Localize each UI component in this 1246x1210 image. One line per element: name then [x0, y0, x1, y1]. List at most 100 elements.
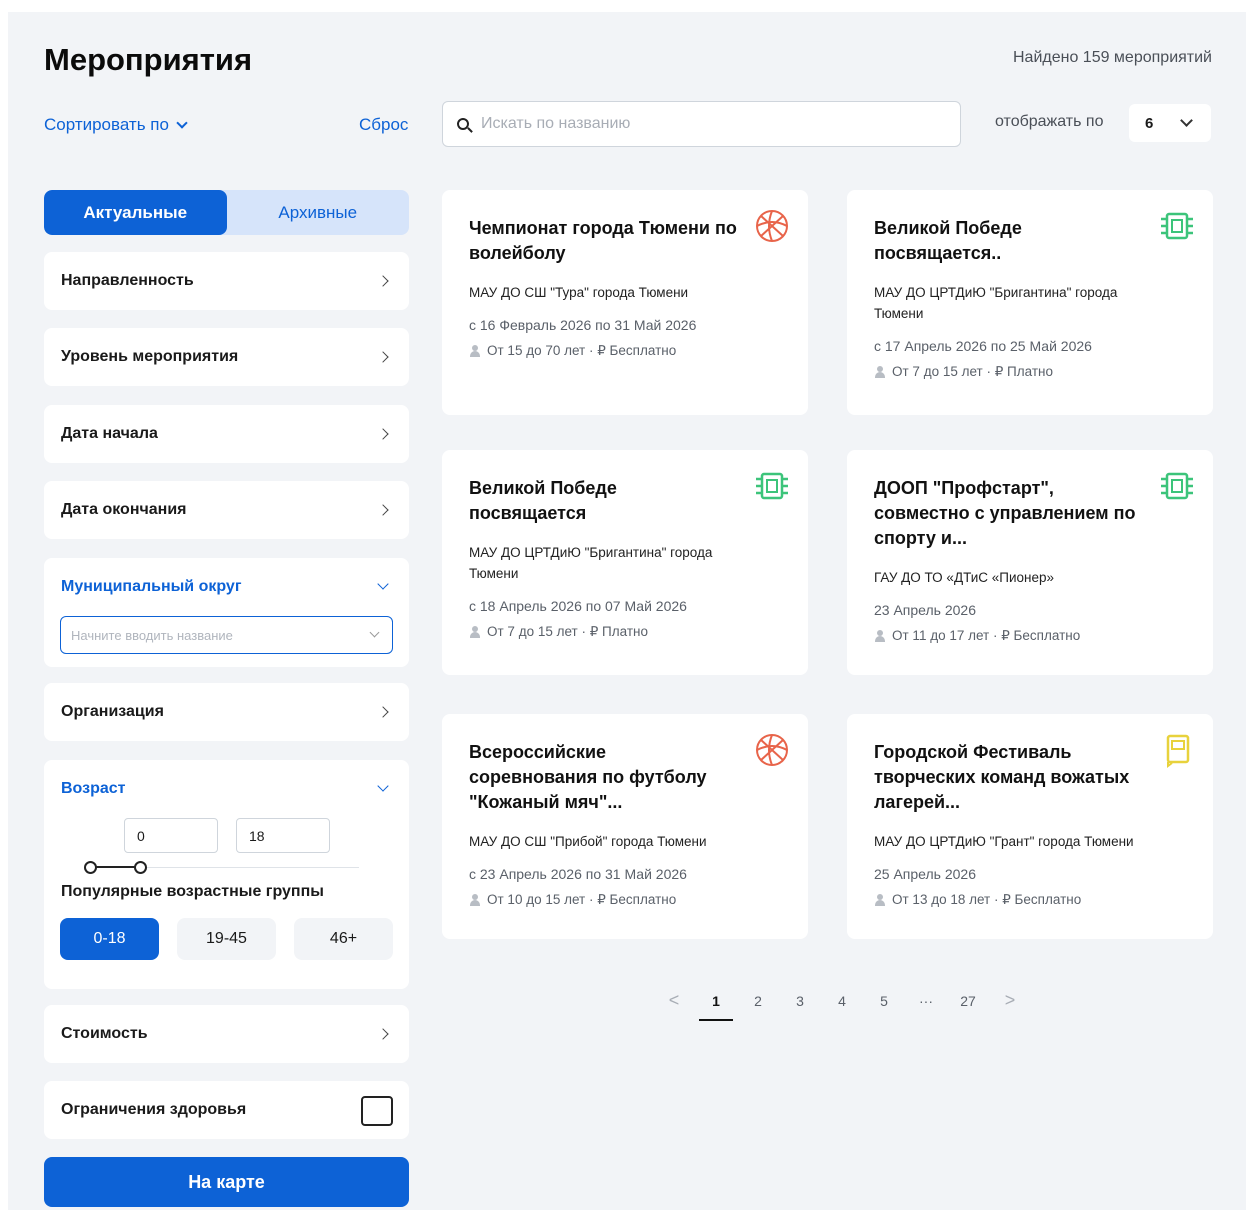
- chip-icon: [1161, 472, 1193, 500]
- user-icon: [874, 366, 886, 378]
- page-button[interactable]: 2: [737, 993, 779, 1009]
- slider-max-handle[interactable]: [134, 861, 147, 874]
- perpage-value: 6: [1145, 114, 1154, 132]
- chevron-right-icon: [377, 706, 389, 718]
- reset-link[interactable]: Сброс: [359, 115, 408, 135]
- event-card[interactable]: Всероссийские соревнования по футболу "К…: [442, 714, 808, 939]
- filter-label: Дата окончания: [61, 501, 187, 518]
- page-ellipsis: ···: [919, 992, 933, 1009]
- event-meta: От 15 до 70 лет · ₽ Бесплатно: [487, 343, 677, 358]
- age-min-input[interactable]: [124, 818, 218, 853]
- next-page-button[interactable]: >: [989, 990, 1031, 1011]
- event-organization: МАУ ДО ЦРТДиЮ "Бригантина" города Тюмени: [469, 545, 713, 581]
- age-group-button[interactable]: 46+: [294, 918, 393, 960]
- results-count: Найдено 159 мероприятий: [1012, 49, 1212, 66]
- event-organization: ГАУ ДО ТО «ДТиС «Пионер»: [874, 570, 1055, 585]
- page-button[interactable]: 27: [947, 993, 989, 1009]
- filter-label: Ограничения здоровья: [61, 1101, 247, 1118]
- age-group-button[interactable]: 19-45: [177, 918, 276, 960]
- page-button-current[interactable]: 1: [695, 993, 737, 1021]
- chevron-right-icon: [377, 504, 389, 516]
- search-input[interactable]: [481, 115, 921, 133]
- event-title: Городской Фестиваль творческих команд во…: [874, 742, 1130, 812]
- health-checkbox[interactable]: [361, 1096, 393, 1126]
- chevron-right-icon: [377, 1028, 389, 1040]
- search-icon: [457, 118, 469, 130]
- age-slider[interactable]: [60, 853, 393, 883]
- event-card[interactable]: Великой Победе посвящается.. МАУ ДО ЦРТД…: [847, 190, 1213, 415]
- event-card[interactable]: Чемпионат города Тюмени по волейболу МАУ…: [442, 190, 808, 415]
- event-meta: От 7 до 15 лет · ₽ Платно: [487, 624, 648, 639]
- age-group-button[interactable]: 0-18: [60, 918, 159, 960]
- page-button[interactable]: 5: [863, 993, 905, 1009]
- event-title: Чемпионат города Тюмени по волейболу: [469, 218, 737, 263]
- filter-municipal: Муниципальный округ: [44, 558, 409, 667]
- event-card[interactable]: Великой Победе посвящается МАУ ДО ЦРТДиЮ…: [442, 450, 808, 675]
- filter-organization[interactable]: Организация: [44, 683, 409, 741]
- status-toggle: Актуальные Архивные: [44, 190, 409, 235]
- page: Мероприятия Найдено 159 мероприятий Сорт…: [8, 12, 1246, 1210]
- book-icon: [1166, 734, 1190, 768]
- tab-current[interactable]: Актуальные: [44, 190, 227, 235]
- municipal-combobox[interactable]: [60, 616, 393, 654]
- chevron-right-icon: [377, 428, 389, 440]
- sort-label: Сортировать по: [44, 115, 169, 134]
- filter-label: Муниципальный округ: [61, 578, 242, 595]
- ball-icon: [756, 210, 788, 242]
- filter-health: Ограничения здоровья: [44, 1081, 409, 1139]
- popular-groups-label: Популярные возрастные группы: [61, 883, 324, 900]
- search-box[interactable]: [442, 101, 961, 147]
- perpage-select[interactable]: 6: [1129, 104, 1211, 142]
- filter-end-date[interactable]: Дата окончания: [44, 481, 409, 539]
- filter-label: Организация: [61, 703, 164, 720]
- event-meta: От 7 до 15 лет · ₽ Платно: [892, 364, 1053, 379]
- chevron-down-icon: [377, 578, 389, 590]
- event-card[interactable]: Городской Фестиваль творческих команд во…: [847, 714, 1213, 939]
- filter-age-header[interactable]: Возраст: [44, 760, 409, 818]
- map-button[interactable]: На карте: [44, 1157, 409, 1207]
- user-icon: [469, 626, 481, 638]
- prev-page-button[interactable]: <: [653, 990, 695, 1011]
- filter-label: Стоимость: [61, 1025, 148, 1042]
- page-button[interactable]: 3: [779, 993, 821, 1009]
- chip-icon: [1161, 212, 1193, 240]
- filter-age: Возраст Популярные возрастные группы 0-1…: [44, 760, 409, 989]
- event-title: Всероссийские соревнования по футболу "К…: [469, 742, 707, 812]
- pagination: < 1 2 3 4 5 ··· 27 >: [653, 990, 1031, 1021]
- event-meta: От 13 до 18 лет · ₽ Бесплатно: [892, 892, 1082, 907]
- sort-dropdown[interactable]: Сортировать по: [44, 115, 188, 135]
- age-max-input[interactable]: [236, 818, 330, 853]
- filter-direction[interactable]: Направленность: [44, 252, 409, 310]
- filter-label: Направленность: [61, 272, 194, 289]
- filter-label: Уровень мероприятия: [61, 348, 239, 365]
- filter-start-date[interactable]: Дата начала: [44, 405, 409, 463]
- event-organization: МАУ ДО СШ "Прибой" города Тюмени: [469, 834, 707, 849]
- tab-archive[interactable]: Архивные: [227, 190, 410, 235]
- event-title: ДООП "Профстарт", совместно с управление…: [874, 478, 1136, 548]
- event-title: Великой Победе посвящается..: [874, 218, 1022, 263]
- event-meta: От 11 до 17 лет · ₽ Бесплатно: [892, 628, 1081, 643]
- event-card[interactable]: ДООП "Профстарт", совместно с управление…: [847, 450, 1213, 675]
- event-dates: с 16 Февраль 2026 по 31 Май 2026: [469, 317, 697, 333]
- slider-fill: [90, 866, 140, 868]
- chevron-right-icon: [377, 275, 389, 287]
- event-meta: От 10 до 15 лет · ₽ Бесплатно: [487, 892, 677, 907]
- event-dates: с 18 Апрель 2026 по 07 Май 2026: [469, 598, 687, 614]
- event-organization: МАУ ДО ЦРТДиЮ "Грант" города Тюмени: [874, 834, 1134, 849]
- chevron-down-icon: [1180, 114, 1193, 127]
- age-groups: 0-18 19-45 46+: [44, 918, 409, 960]
- event-organization: МАУ ДО ЦРТДиЮ "Бригантина" города Тюмени: [874, 285, 1118, 321]
- user-icon: [469, 894, 481, 906]
- filter-cost[interactable]: Стоимость: [44, 1005, 409, 1063]
- filter-label: Дата начала: [61, 425, 158, 442]
- municipal-input[interactable]: [71, 627, 351, 643]
- slider-min-handle[interactable]: [84, 861, 97, 874]
- filter-municipal-header[interactable]: Муниципальный округ: [44, 558, 409, 616]
- page-button[interactable]: 4: [821, 993, 863, 1009]
- chevron-right-icon: [377, 351, 389, 363]
- event-dates: с 17 Апрель 2026 по 25 Май 2026: [874, 338, 1092, 354]
- user-icon: [469, 345, 481, 357]
- filter-level[interactable]: Уровень мероприятия: [44, 328, 409, 386]
- page-title: Мероприятия: [44, 42, 253, 77]
- chevron-down-icon: [176, 116, 188, 129]
